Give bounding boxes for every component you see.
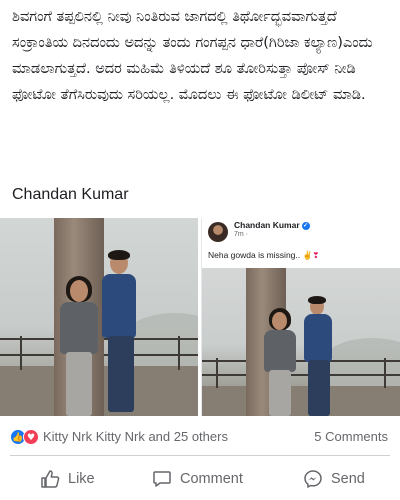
photo-grid: Chandan Kumar ✓ 7m · Neha gowda is missin… — [0, 218, 400, 416]
like-button[interactable]: Like — [40, 462, 95, 496]
photo-left[interactable] — [0, 218, 198, 416]
post-author[interactable]: Chandan Kumar — [12, 186, 129, 204]
comment-label: Comment — [180, 471, 243, 487]
post-text: ಶಿವಗಂಗೆ ತಪ್ಪಲಿನಲ್ಲಿ ನೀವು ನಿಂತಿರುವ ಜಾಗದಲ್… — [12, 9, 373, 103]
shared-post-preview[interactable]: Chandan Kumar ✓ 7m · Neha gowda is missin… — [201, 218, 400, 416]
person-woman — [260, 308, 302, 416]
victory-heart-emoji: ✌❣ — [302, 251, 320, 260]
send-label: Send — [331, 471, 365, 487]
shared-post-caption-text: Neha gowda is missing.. — [208, 250, 301, 260]
like-label: Like — [68, 471, 95, 487]
shared-post-author-name: Chandan Kumar — [234, 220, 300, 230]
railing-post — [178, 336, 180, 370]
shared-post-author[interactable]: Chandan Kumar ✓ — [234, 220, 310, 230]
messenger-icon — [304, 470, 322, 488]
action-bar: Like Comment Send — [0, 462, 400, 496]
reactions-bar: 👍 ♥ Kitty Nrk Kitty Nrk and 25 others 5 … — [10, 427, 390, 447]
shared-post-time: 7m · — [234, 231, 248, 238]
comments-count[interactable]: 5 Comments — [314, 429, 388, 444]
railing-post — [20, 336, 22, 370]
shared-post-photo[interactable] — [202, 268, 400, 416]
verified-badge-icon: ✓ — [301, 222, 310, 230]
railing-post — [216, 358, 218, 388]
divider — [10, 455, 390, 456]
person-woman — [56, 276, 104, 416]
shared-post-header: Chandan Kumar ✓ 7m · — [208, 220, 398, 248]
reactions-summary[interactable]: Kitty Nrk Kitty Nrk and 25 others — [43, 429, 228, 444]
love-reaction-icon[interactable]: ♥ — [23, 429, 39, 445]
shared-post-caption: Neha gowda is missing.. ✌❣ — [208, 250, 319, 260]
comment-button[interactable]: Comment — [152, 462, 243, 496]
railing-post — [384, 358, 386, 388]
send-button[interactable]: Send — [303, 462, 365, 496]
person-man — [300, 296, 338, 416]
avatar[interactable] — [208, 222, 228, 242]
comment-bubble-icon — [153, 471, 171, 487]
thumbs-up-icon — [41, 470, 60, 488]
